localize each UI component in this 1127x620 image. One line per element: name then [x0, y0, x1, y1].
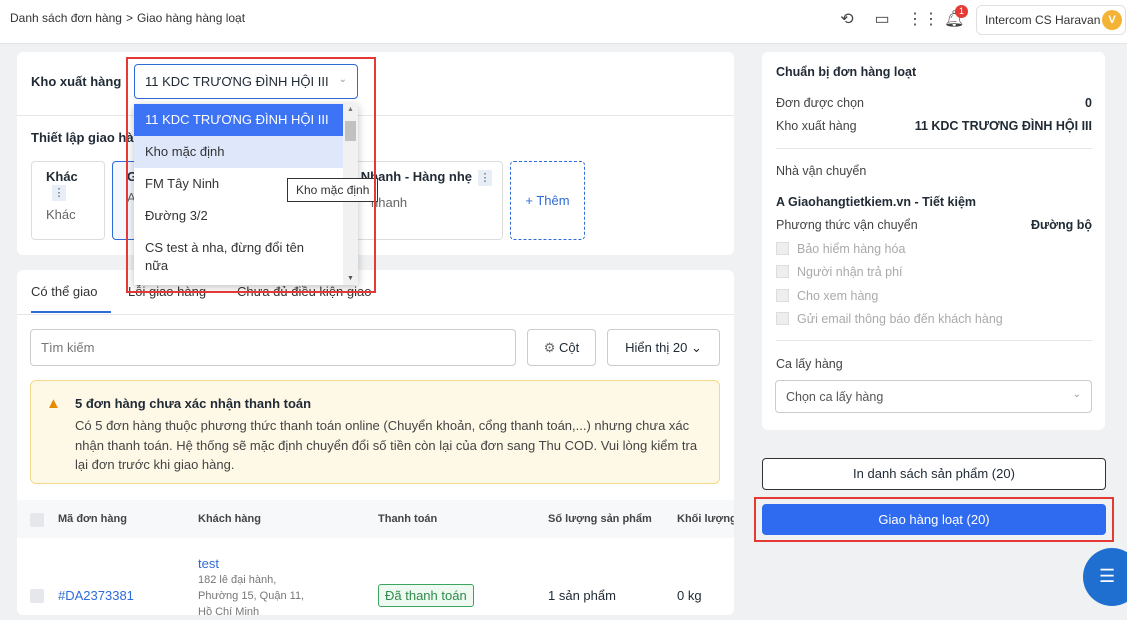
- more-icon[interactable]: ⋮: [478, 170, 492, 186]
- chevron-down-icon: ⌄: [1072, 389, 1081, 400]
- warehouse-label: Kho xuất hàng: [31, 74, 122, 89]
- add-shipping-button[interactable]: + Thêm: [510, 161, 585, 240]
- tab-indicator: [31, 311, 111, 313]
- select-all-checkbox[interactable]: [30, 513, 44, 527]
- warning-icon: ▲: [46, 395, 61, 412]
- shift-placeholder: Chọn ca lấy hàng: [786, 390, 884, 404]
- option-email-notify[interactable]: Gửi email thông báo đến khách hàng: [776, 312, 1003, 326]
- columns-label: Cột: [559, 340, 580, 355]
- divider: [17, 314, 734, 315]
- carrier-name: A Giaohangtietkiem.vn - Tiết kiệm: [776, 195, 977, 209]
- shift-label: Ca lấy hàng: [776, 357, 843, 371]
- payment-status-badge: Đã thanh toán: [378, 584, 474, 607]
- notification-badge: 1: [955, 5, 968, 18]
- checkbox[interactable]: [776, 265, 789, 278]
- page-size-label: Hiển thị 20: [625, 340, 688, 355]
- sync-icon[interactable]: ⟲: [837, 10, 857, 30]
- divider: [776, 148, 1092, 149]
- divider: [776, 340, 1092, 341]
- breadcrumb-current: Giao hàng hàng loạt: [136, 11, 246, 25]
- checkbox[interactable]: [776, 312, 789, 325]
- user-menu[interactable]: Intercom CS Haravan V: [976, 5, 1126, 35]
- row-checkbox[interactable]: [30, 589, 44, 603]
- order-id-link[interactable]: #DA2373381: [58, 588, 134, 603]
- option-insurance[interactable]: Bảo hiểm hàng hóa: [776, 242, 905, 256]
- highlight-box: [126, 57, 376, 293]
- gear-icon: ⚙: [543, 340, 556, 355]
- col-order-id: Mã đơn hàng: [58, 513, 127, 525]
- carrier-label: Nhà vận chuyển: [776, 164, 867, 178]
- shipping-card-khac[interactable]: Khác⋮ Khác: [31, 161, 105, 240]
- customer-link[interactable]: test: [198, 556, 219, 571]
- tab-available[interactable]: Có thể giao: [31, 284, 98, 299]
- page-size-select[interactable]: Hiển thị 20 ⌄: [607, 329, 720, 366]
- col-quantity: Số lượng sản phẩm: [548, 513, 652, 525]
- chat-bubble-icon[interactable]: ☰: [1083, 548, 1127, 606]
- alert-body: Có 5 đơn hàng thuộc phương thức thanh to…: [75, 418, 698, 472]
- weight: 0 kg: [677, 588, 702, 603]
- card-title: Khác: [46, 169, 78, 184]
- breadcrumb-sep: >: [125, 11, 133, 25]
- breadcrumb: Danh sách đơn hàng > Giao hàng hàng loạt: [10, 11, 249, 25]
- option-allow-view[interactable]: Cho xem hàng: [776, 289, 878, 303]
- print-products-button[interactable]: In danh sách sản phẩm (20): [762, 458, 1106, 490]
- option-receiver-pays[interactable]: Người nhận trả phí: [776, 265, 903, 279]
- col-customer: Khách hàng: [198, 513, 261, 525]
- method-value: Đường bộ: [1031, 218, 1092, 232]
- checkbox[interactable]: [776, 242, 789, 255]
- breadcrumb-parent[interactable]: Danh sách đơn hàng: [10, 11, 122, 25]
- shift-select[interactable]: Chọn ca lấy hàng ⌄: [775, 380, 1092, 413]
- highlight-box: [754, 497, 1114, 542]
- summary-title: Chuẩn bị đơn hàng loạt: [776, 65, 917, 79]
- more-icon[interactable]: ⋮: [52, 185, 66, 201]
- warehouse-summary-value: 11 KDC TRƯƠNG ĐÌNH HỘI III: [914, 119, 1092, 133]
- avatar: V: [1102, 10, 1122, 30]
- quantity: 1 sản phẩm: [548, 588, 616, 603]
- card-sub: Khác: [46, 207, 76, 222]
- checkbox[interactable]: [776, 289, 789, 302]
- selected-label: Đơn được chọn: [776, 96, 864, 110]
- apps-grid-icon[interactable]: ⋮⋮: [907, 10, 939, 30]
- chevron-down-icon: ⌄: [690, 340, 702, 355]
- col-payment: Thanh toán: [378, 513, 438, 525]
- search-input[interactable]: [30, 329, 516, 366]
- col-weight: Khối lượng: [677, 513, 734, 525]
- payment-alert: ▲ 5 đơn hàng chưa xác nhận thanh toán Có…: [30, 380, 720, 484]
- customer-address: 182 lê đại hành, Phường 15, Quận 11, Hồ Ch…: [198, 574, 305, 618]
- columns-button[interactable]: ⚙ Cột: [527, 329, 596, 366]
- user-name: Intercom CS Haravan: [985, 13, 1101, 27]
- method-label: Phương thức vận chuyển: [776, 218, 918, 232]
- feedback-icon[interactable]: ▭: [872, 10, 892, 30]
- selected-count: 0: [1085, 96, 1092, 110]
- warehouse-summary-label: Kho xuất hàng: [776, 119, 857, 133]
- alert-title: 5 đơn hàng chưa xác nhận thanh toán: [75, 396, 312, 411]
